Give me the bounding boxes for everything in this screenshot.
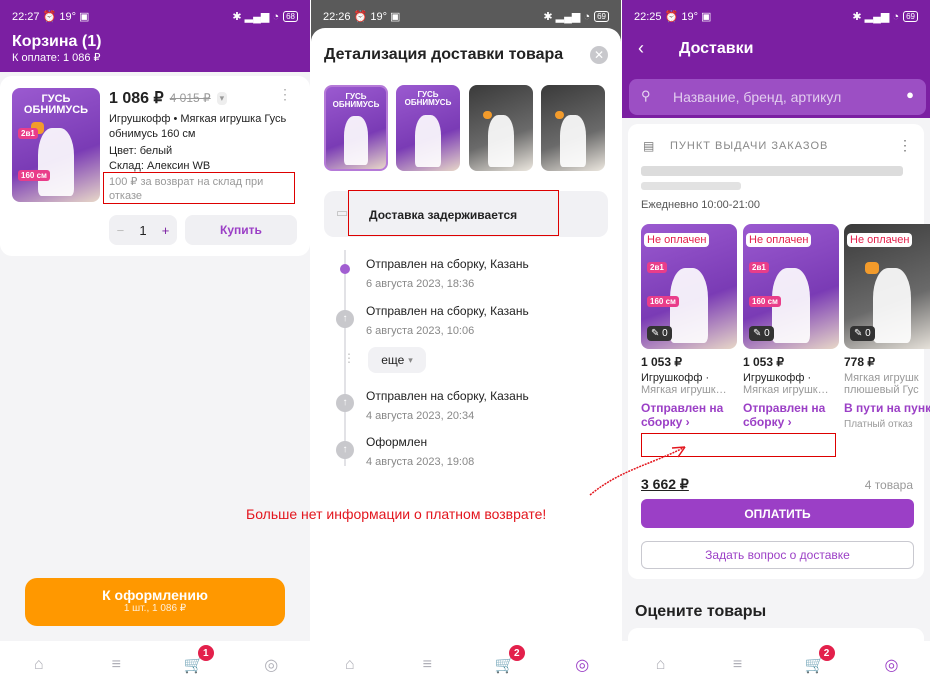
close-icon[interactable]: ✕	[590, 46, 608, 64]
back-arrow-icon[interactable]: ‹	[638, 38, 644, 59]
profile-icon[interactable]: ◎	[259, 653, 283, 677]
plus-icon[interactable]: +	[162, 223, 170, 238]
catalog-icon[interactable]: ≡	[415, 653, 439, 677]
minus-icon[interactable]: −	[117, 223, 125, 238]
edit-pill[interactable]: ✎ 0	[647, 326, 672, 341]
total-price[interactable]: 3 662 ₽	[641, 476, 689, 493]
item-price: 778 ₽	[844, 355, 875, 369]
rate-section-title: Оцените товары	[635, 603, 767, 620]
item-desc: Мягкая игрушк…	[641, 384, 727, 396]
bottom-nav: ⌂ ≡ 🛒 1 ◎	[0, 641, 310, 689]
cart-screen: 22:27 ⏰ 19° ▣ ✱ ▂▄▆ ◔ 68 Корзина (1) К о…	[0, 0, 310, 689]
deliveries-screen: 22:25 ⏰ 19° ▣ ✱ ▂▄▆ ◔ 69 ‹ Доставки ⚲ На…	[622, 0, 930, 689]
item-brand: Мягкая игрушк	[844, 372, 919, 384]
status-badge: Не оплачен	[847, 233, 913, 247]
product-color: Цвет: белый	[109, 145, 173, 157]
search-input[interactable]: ⚲ Название, бренд, артикул ●	[629, 79, 926, 115]
more-button[interactable]: еще ▾	[368, 347, 426, 373]
pickup-label: ПУНКТ ВЫДАЧИ ЗАКАЗОВ	[670, 140, 829, 152]
details-sheet: Детализация доставки товара ✕ ГУСЬ ОБНИМ…	[311, 28, 621, 689]
profile-icon[interactable]: ◎	[880, 653, 904, 677]
more-options-icon[interactable]: ⋮	[898, 137, 912, 154]
annotation-text: Больше нет информации о платном возврате…	[246, 506, 547, 522]
items-count: 4 товара	[864, 478, 913, 492]
thumb-2[interactable]: ГУСЬ ОБНИМУСЬ	[396, 85, 460, 171]
cart-icon[interactable]: 🛒 1	[182, 645, 214, 677]
highlight-box	[641, 433, 836, 457]
status-bar: 22:25 ⏰ 19° ▣ ✱ ▂▄▆ ◔ 69	[622, 0, 930, 32]
item-desc: Мягкая игрушк…	[743, 384, 829, 396]
home-icon[interactable]: ⌂	[649, 653, 673, 677]
timeline-step: Отправлен на сборку, Казань 6 августа 202…	[366, 304, 529, 337]
search-icon: ⚲	[641, 88, 651, 103]
cart-header: 22:27 ⏰ 19° ▣ ✱ ▂▄▆ ◔ 68 Корзина (1) К о…	[0, 0, 310, 72]
store-icon: ▤	[643, 139, 655, 153]
product-name: Игрушкофф • Мягкая игрушка Гусь обнимусь…	[109, 113, 287, 140]
home-icon[interactable]: ⌂	[27, 653, 51, 677]
cart-icon[interactable]: 🛒 2	[493, 645, 525, 677]
highlight-box	[103, 172, 295, 204]
item-price: 1 053 ₽	[641, 355, 682, 369]
item-price: 1 053 ₽	[743, 355, 784, 369]
thumb-4[interactable]	[541, 85, 605, 171]
edit-pill[interactable]: ✎ 0	[749, 326, 774, 341]
home-icon[interactable]: ⌂	[338, 653, 362, 677]
cart-icon[interactable]: 🛒 2	[803, 645, 835, 677]
product-old-price: 4 015 ₽	[169, 91, 211, 105]
thumb-3[interactable]	[469, 85, 533, 171]
timeline-step: Отправлен на сборку, Казань 6 августа 202…	[366, 257, 529, 290]
item-note: Платный отказ	[844, 419, 913, 430]
delivery-details-screen: 22:26 ⏰ 19° ▣ ✱ ▂▄▆ ◔ 69 Детализация дос…	[311, 0, 621, 689]
search-placeholder: Название, бренд, артикул	[673, 89, 842, 105]
checkout-label: К оформлению	[102, 587, 208, 603]
more-options-icon[interactable]: ⋮	[278, 86, 292, 103]
ask-question-button[interactable]: Задать вопрос о доставке	[641, 541, 914, 569]
chevron-down-icon: ▾	[408, 354, 413, 365]
blurred-address	[641, 166, 903, 176]
edit-pill[interactable]: ✎ 0	[850, 326, 875, 341]
thumb-1[interactable]: ГУСЬ ОБНИМУСЬ	[324, 85, 388, 171]
checkout-sub: 1 шт., 1 086 ₽	[123, 603, 187, 614]
sheet-title: Детализация доставки товара	[324, 46, 564, 63]
quantity-stepper[interactable]: − 1 +	[109, 215, 177, 245]
page-title: Доставки	[679, 40, 754, 57]
deliveries-header: 22:25 ⏰ 19° ▣ ✱ ▂▄▆ ◔ 69 ‹ Доставки ⚲ На…	[622, 0, 930, 118]
delivery-item[interactable]: ГУСЬ2в1160 см Не оплачен ✎ 0 1 053 ₽ Игр…	[743, 224, 839, 429]
item-brand: Игрушкофф ·	[641, 372, 710, 384]
item-status-link[interactable]: Отправлен на сборку ›	[641, 401, 737, 429]
timeline-step: Оформлен 4 августа 2023, 19:08	[366, 435, 475, 468]
checkout-button[interactable]: К оформлению 1 шт., 1 086 ₽	[25, 578, 285, 626]
item-status-link[interactable]: Отправлен на сборку ›	[743, 401, 839, 429]
status-badge: Не оплачен	[644, 233, 710, 247]
catalog-icon[interactable]: ≡	[726, 653, 750, 677]
product-price: 1 086 ₽	[109, 90, 164, 107]
item-desc: плюшевый Гус	[844, 384, 919, 396]
status-bar: 22:27 ⏰ 19° ▣ ✱ ▂▄▆ ◔ 68	[12, 0, 298, 32]
catalog-icon[interactable]: ≡	[104, 653, 128, 677]
delivery-item[interactable]: ГУСЬ2в1160 см Не оплачен ✎ 0 1 053 ₽ Игр…	[641, 224, 737, 429]
cart-item-card: ГУСЬ ОБНИМУСЬ 2в1 160 см 1 086 ₽ 4 015 ₽…	[0, 76, 310, 256]
chevron-down-icon[interactable]: ▾	[216, 91, 228, 105]
profile-icon[interactable]: ◎	[570, 653, 594, 677]
to-pay-total: К оплате: 1 086 ₽	[12, 52, 101, 64]
highlight-box	[348, 190, 559, 236]
buy-button[interactable]: Купить	[185, 215, 297, 245]
status-badge: Не оплачен	[746, 233, 812, 247]
hours: Ежедневно 10:00-21:00	[641, 199, 760, 211]
truck-icon: ▭	[336, 205, 349, 220]
quantity-value: 1	[139, 222, 147, 238]
product-image[interactable]: ГУСЬ ОБНИМУСЬ 2в1 160 см	[12, 88, 100, 202]
bottom-nav: ⌂ ≡ 🛒 2 ◎	[622, 641, 930, 689]
pay-button[interactable]: ОПЛАТИТЬ	[641, 499, 914, 528]
item-brand: Игрушкофф ·	[743, 372, 812, 384]
microphone-icon[interactable]: ●	[906, 87, 914, 102]
delivery-item[interactable]: Не оплачен ✎ 0 778 ₽ Мягкая игрушк плюше…	[844, 224, 930, 430]
product-warehouse: Склад: Алексин WB	[109, 160, 211, 172]
timeline-step: Отправлен на сборку, Казань 4 августа 202…	[366, 389, 529, 422]
bottom-nav: ⌂ ≡ 🛒 2 ◎	[311, 641, 621, 689]
page-title: Корзина (1)	[12, 33, 102, 50]
item-status-link[interactable]: В пути на пунк выдачи ›	[844, 401, 930, 415]
